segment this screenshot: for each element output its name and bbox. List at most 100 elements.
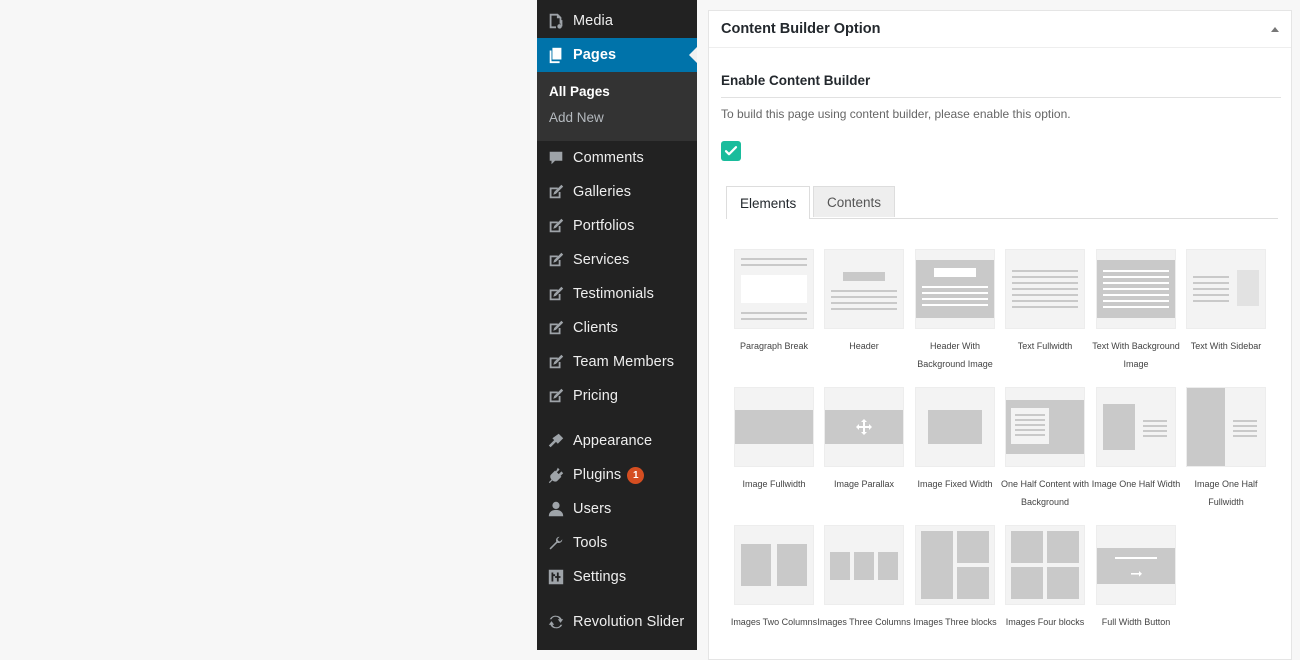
edit-icon xyxy=(547,217,565,235)
images-two-columns-thumbnail xyxy=(734,525,814,605)
element-label: Image One Half Fullwidth xyxy=(1194,479,1258,507)
element-image-fixed-width[interactable]: Image Fixed Width xyxy=(915,387,995,493)
element-label: Images Two Columns xyxy=(730,617,818,627)
menu-label: Settings xyxy=(573,569,627,585)
menu-item-plugins[interactable]: Plugins 1 xyxy=(537,458,697,492)
element-one-half-content-with-background[interactable]: One Half Content with Background xyxy=(1001,387,1089,511)
element-images-four-blocks[interactable]: Images Four blocks xyxy=(1005,525,1085,631)
menu-item-appearance[interactable]: Appearance xyxy=(537,424,697,458)
menu-label: Tools xyxy=(573,535,608,551)
option-description: To build this page using content builder… xyxy=(721,107,1071,121)
menu-label: Portfolios xyxy=(573,218,635,234)
menu-item-pages[interactable]: Pages xyxy=(537,38,697,72)
element-label: Image Fullwidth xyxy=(742,479,806,489)
option-title: Enable Content Builder xyxy=(721,73,871,88)
collapse-toggle-icon[interactable] xyxy=(1271,26,1279,32)
element-image-parallax[interactable]: Image Parallax xyxy=(824,387,904,493)
element-full-width-button[interactable]: Full Width Button xyxy=(1096,525,1176,631)
element-paragraph-break[interactable]: Paragraph Break xyxy=(734,249,814,355)
plugins-update-badge: 1 xyxy=(627,466,645,484)
image-parallax-thumbnail xyxy=(824,387,904,467)
element-label: Images Three blocks xyxy=(913,617,997,627)
wrench-icon xyxy=(547,534,565,552)
menu-label: Pricing xyxy=(573,388,619,404)
element-label: Image Fixed Width xyxy=(917,479,993,489)
comments-icon xyxy=(547,149,565,167)
menu-label: Services xyxy=(573,252,630,268)
tab-elements[interactable]: Elements xyxy=(726,186,811,219)
edit-icon xyxy=(547,353,565,371)
element-header-with-background-image[interactable]: Header With Background Image xyxy=(915,249,995,373)
image-one-half-thumbnail xyxy=(1096,387,1176,467)
element-label: Text Fullwidth xyxy=(1017,341,1073,351)
element-label: Header With Background Image xyxy=(917,341,993,369)
image-fullwidth-thumbnail xyxy=(734,387,814,467)
element-label: Images Four blocks xyxy=(1005,617,1085,627)
menu-label: Comments xyxy=(573,150,644,166)
element-images-three-blocks[interactable]: Images Three blocks xyxy=(913,525,997,631)
menu-item-tools[interactable]: Tools xyxy=(537,526,697,560)
menu-label: Revolution Slider xyxy=(573,614,685,630)
element-image-one-half-width[interactable]: Image One Half Width xyxy=(1092,387,1180,493)
admin-sidebar: Media Pages All Pages Add New Comments G… xyxy=(537,0,697,650)
menu-item-comments[interactable]: Comments xyxy=(537,141,697,175)
edit-icon xyxy=(547,319,565,337)
menu-item-pricing[interactable]: Pricing xyxy=(537,379,697,413)
menu-item-portfolios[interactable]: Portfolios xyxy=(537,209,697,243)
element-label: Text With Background Image xyxy=(1092,341,1180,369)
image-one-half-fullwidth-thumbnail xyxy=(1186,387,1266,467)
element-label: Text With Sidebar xyxy=(1190,341,1262,351)
full-width-button-thumbnail xyxy=(1096,525,1176,605)
menu-label: Users xyxy=(573,501,612,517)
element-text-with-background-image[interactable]: Text With Background Image xyxy=(1092,249,1180,373)
edit-icon xyxy=(547,183,565,201)
text-fullwidth-thumbnail xyxy=(1005,249,1085,329)
menu-label: Clients xyxy=(573,320,619,336)
refresh-icon xyxy=(547,613,565,631)
menu-item-users[interactable]: Users xyxy=(537,492,697,526)
element-label: Images Three Columns xyxy=(817,617,911,627)
element-label: Image One Half Width xyxy=(1091,479,1181,489)
element-header[interactable]: Header xyxy=(824,249,904,355)
element-text-with-sidebar[interactable]: Text With Sidebar xyxy=(1186,249,1266,355)
images-three-blocks-thumbnail xyxy=(915,525,995,605)
element-label: One Half Content with Background xyxy=(1000,479,1090,507)
menu-item-revolution-slider[interactable]: Revolution Slider xyxy=(537,605,697,639)
element-label: Image Parallax xyxy=(833,479,895,489)
settings-icon xyxy=(547,568,565,586)
menu-item-team-members[interactable]: Team Members xyxy=(537,345,697,379)
menu-item-media[interactable]: Media xyxy=(537,4,697,38)
element-images-three-columns[interactable]: Images Three Columns xyxy=(817,525,911,631)
header-thumbnail xyxy=(824,249,904,329)
element-image-fullwidth[interactable]: Image Fullwidth xyxy=(734,387,814,493)
image-fixed-thumbnail xyxy=(915,387,995,467)
menu-item-clients[interactable]: Clients xyxy=(537,311,697,345)
one-half-content-thumbnail xyxy=(1005,387,1085,467)
text-sidebar-thumbnail xyxy=(1186,249,1266,329)
submenu-add-new[interactable]: Add New xyxy=(549,110,604,125)
menu-item-services[interactable]: Services xyxy=(537,243,697,277)
menu-label: Pages xyxy=(573,47,617,63)
menu-item-testimonials[interactable]: Testimonials xyxy=(537,277,697,311)
images-three-columns-thumbnail xyxy=(824,525,904,605)
element-text-fullwidth[interactable]: Text Fullwidth xyxy=(1005,249,1085,355)
menu-item-galleries[interactable]: Galleries xyxy=(537,175,697,209)
divider xyxy=(721,97,1281,98)
element-images-two-columns[interactable]: Images Two Columns xyxy=(731,525,817,631)
metabox-header: Content Builder Option xyxy=(709,11,1291,48)
submenu-all-pages[interactable]: All Pages xyxy=(549,84,610,99)
enable-content-builder-checkbox[interactable] xyxy=(721,141,741,161)
checkmark-icon xyxy=(724,146,738,156)
images-four-blocks-thumbnail xyxy=(1005,525,1085,605)
edit-icon xyxy=(547,251,565,269)
plug-icon xyxy=(547,466,565,484)
pages-icon xyxy=(547,46,565,64)
element-label: Header xyxy=(849,341,879,351)
edit-icon xyxy=(547,387,565,405)
element-image-one-half-fullwidth[interactable]: Image One Half Fullwidth xyxy=(1186,387,1266,511)
tab-contents[interactable]: Contents xyxy=(813,186,896,217)
builder-tabs: Elements Contents xyxy=(726,186,1278,219)
menu-item-settings[interactable]: Settings xyxy=(537,560,697,594)
menu-label: Media xyxy=(573,13,613,29)
content-builder-metabox: Content Builder Option Enable Content Bu… xyxy=(708,10,1292,660)
